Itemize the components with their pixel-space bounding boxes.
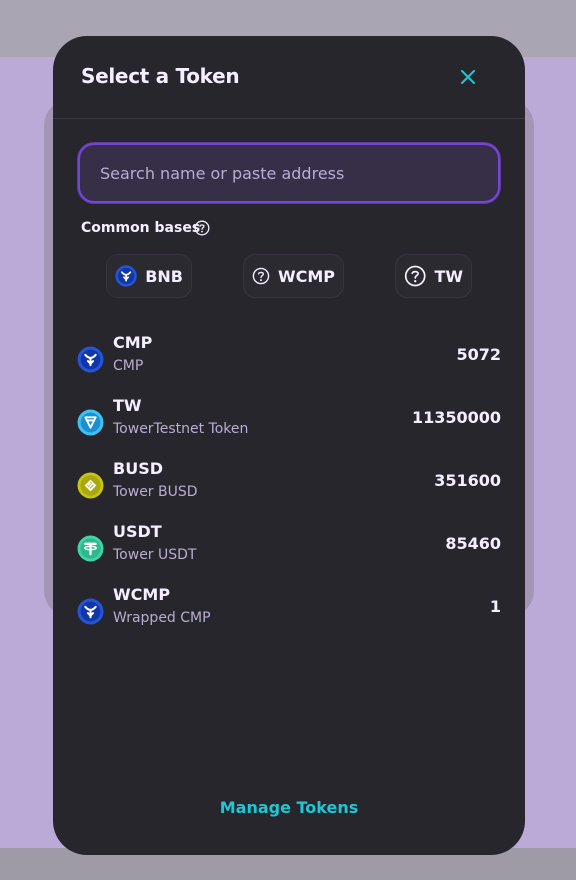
question-circle-icon xyxy=(404,265,426,287)
common-base-label: BNB xyxy=(145,266,183,286)
token-symbol: WCMP xyxy=(113,585,171,604)
token-row-usdt[interactable]: USDT Tower USDT 85460 xyxy=(53,522,525,578)
token-balance: 5072 xyxy=(456,345,501,364)
token-name: TowerTestnet Token xyxy=(113,421,249,437)
cmp-token-icon xyxy=(77,346,104,373)
modal-header: Select a Token xyxy=(53,36,525,119)
search-input[interactable] xyxy=(80,145,498,201)
token-row-cmp[interactable]: CMP CMP 5072 xyxy=(53,333,525,389)
token-name: Tower USDT xyxy=(113,547,197,563)
question-circle-icon xyxy=(252,267,270,285)
token-name: Tower BUSD xyxy=(113,484,198,500)
modal-title: Select a Token xyxy=(81,64,240,88)
common-base-label: TW xyxy=(434,266,463,286)
busd-token-icon xyxy=(77,472,104,499)
token-balance: 11350000 xyxy=(411,408,501,427)
token-row-tw[interactable]: TW TowerTestnet Token 11350000 xyxy=(53,396,525,452)
token-row-busd[interactable]: BUSD Tower BUSD 351600 xyxy=(53,459,525,515)
common-base-label: WCMP xyxy=(277,266,335,286)
token-symbol: CMP xyxy=(113,333,153,352)
token-balance: 1 xyxy=(489,597,501,616)
cmp-token-icon xyxy=(77,598,104,625)
tw-token-icon xyxy=(77,409,104,436)
usdt-token-icon xyxy=(77,535,104,562)
cmp-token-icon xyxy=(115,265,137,287)
common-base-wcmp[interactable]: WCMP xyxy=(243,254,344,298)
question-circle-icon[interactable] xyxy=(194,220,210,236)
token-name: CMP xyxy=(113,358,144,374)
common-base-tw[interactable]: TW xyxy=(395,254,472,298)
search-field[interactable] xyxy=(78,143,500,203)
token-balance: 351600 xyxy=(434,471,501,490)
token-symbol: BUSD xyxy=(113,459,163,478)
close-icon xyxy=(461,70,475,84)
common-bases-label: Common bases xyxy=(81,220,201,236)
token-symbol: USDT xyxy=(113,522,162,541)
token-name: Wrapped CMP xyxy=(113,610,211,626)
manage-tokens-button[interactable]: Manage Tokens xyxy=(53,798,525,817)
token-balance: 85460 xyxy=(445,534,501,553)
token-symbol: TW xyxy=(113,396,142,415)
common-base-bnb[interactable]: BNB xyxy=(106,254,192,298)
token-select-modal: Select a Token Common bases BNB WCMP xyxy=(53,36,525,855)
close-button[interactable] xyxy=(455,64,481,90)
token-row-wcmp[interactable]: WCMP Wrapped CMP 1 xyxy=(53,585,525,641)
